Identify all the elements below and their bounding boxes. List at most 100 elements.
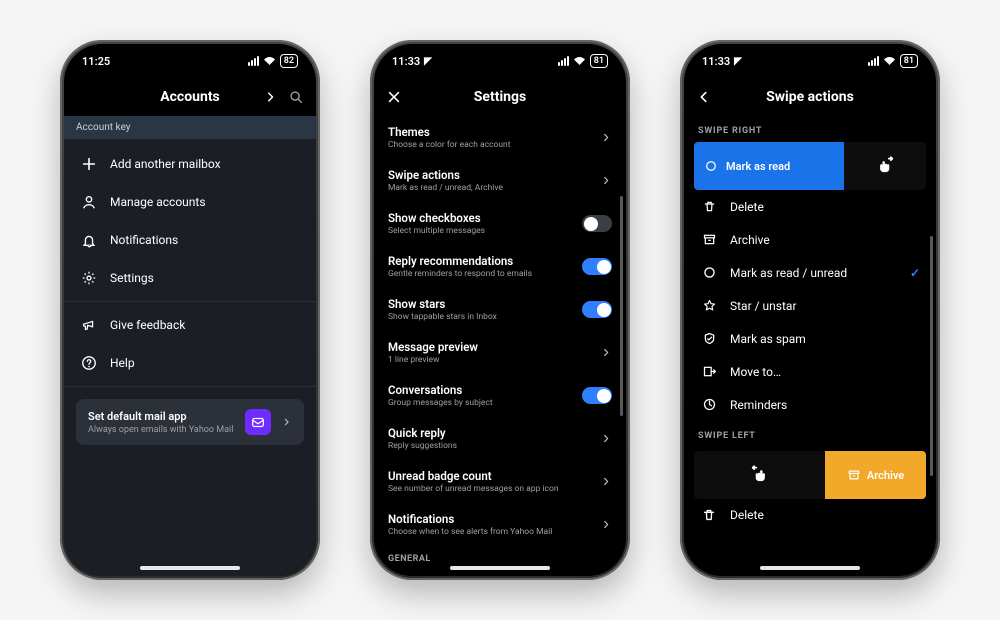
option-label: Move to… bbox=[730, 365, 781, 379]
swipe-right-action-label: Mark as read bbox=[726, 160, 790, 173]
toggle[interactable] bbox=[582, 301, 612, 318]
megaphone-icon bbox=[80, 317, 98, 333]
page-title: Accounts bbox=[160, 89, 220, 105]
chevron-right-icon bbox=[601, 175, 612, 186]
search-icon[interactable] bbox=[288, 89, 304, 105]
option-label: Mark as read / unread bbox=[730, 266, 847, 280]
option-row[interactable]: Star / unstar bbox=[684, 289, 936, 322]
option-row[interactable]: Mark as read / unread ✓ bbox=[684, 256, 936, 289]
toggle[interactable] bbox=[582, 215, 612, 232]
settings-subtitle: Select multiple messages bbox=[388, 226, 485, 236]
settings-title: Conversations bbox=[388, 383, 493, 397]
back-button[interactable] bbox=[684, 78, 724, 116]
status-time: 11:33 bbox=[702, 55, 730, 68]
menu-label: Notifications bbox=[110, 233, 178, 247]
settings-row[interactable]: Reply recommendationsGentle reminders to… bbox=[374, 245, 626, 288]
chevron-right-icon bbox=[601, 476, 612, 487]
chevron-right-icon bbox=[282, 417, 292, 427]
settings-title: Reply recommendations bbox=[388, 254, 532, 268]
settings-row[interactable]: NotificationsChoose when to see alerts f… bbox=[374, 503, 626, 546]
scrollbar[interactable] bbox=[620, 196, 623, 416]
archive-icon bbox=[700, 232, 718, 247]
cellular-icon bbox=[868, 56, 879, 66]
swipe-left-preview: Archive bbox=[694, 451, 926, 499]
settings-subtitle: Mark as read / unread, Archive bbox=[388, 183, 503, 193]
settings-row[interactable]: Message preview1 line preview bbox=[374, 331, 626, 374]
menu-label: Give feedback bbox=[110, 318, 185, 332]
notch bbox=[445, 44, 555, 66]
option-row[interactable]: Delete bbox=[684, 190, 936, 223]
home-indicator[interactable] bbox=[450, 566, 550, 570]
section-general: GENERAL bbox=[374, 546, 626, 566]
cellular-icon bbox=[558, 56, 569, 66]
settings-title: Set default mail app bbox=[388, 575, 568, 576]
menu-item[interactable]: Add another mailbox bbox=[64, 145, 316, 183]
settings-row[interactable]: ConversationsGroup messages by subject bbox=[374, 374, 626, 417]
settings-title: Notifications bbox=[388, 512, 552, 526]
settings-title: Show stars bbox=[388, 297, 497, 311]
account-key-banner[interactable]: Account key bbox=[64, 116, 316, 139]
menu-label: Add another mailbox bbox=[110, 157, 221, 171]
scrollbar[interactable] bbox=[930, 236, 933, 476]
settings-title: Unread badge count bbox=[388, 469, 559, 483]
battery-icon: 81 bbox=[590, 54, 608, 68]
settings-subtitle: Reply suggestions bbox=[388, 441, 457, 451]
option-label: Archive bbox=[730, 233, 770, 247]
cellular-icon bbox=[248, 56, 259, 66]
menu-item[interactable]: Notifications bbox=[64, 221, 316, 259]
settings-title: Themes bbox=[388, 125, 511, 139]
menu-item[interactable]: Settings bbox=[64, 259, 316, 297]
option-label: Mark as spam bbox=[730, 332, 806, 346]
help-icon bbox=[80, 355, 98, 371]
chevron-right-icon bbox=[601, 519, 612, 530]
settings-row[interactable]: Show checkboxesSelect multiple messages bbox=[374, 202, 626, 245]
chevron-right-icon bbox=[601, 347, 612, 358]
hand-left-icon bbox=[749, 464, 771, 486]
trash-icon bbox=[700, 507, 718, 523]
option-row[interactable]: Delete bbox=[684, 499, 936, 531]
archive-icon bbox=[847, 468, 861, 482]
gear-icon bbox=[80, 270, 98, 286]
option-row[interactable]: Archive bbox=[684, 223, 936, 256]
circle-icon bbox=[700, 265, 718, 280]
settings-subtitle: Choose when to see alerts from Yahoo Mai… bbox=[388, 527, 552, 537]
settings-title: Swipe actions bbox=[388, 168, 503, 182]
settings-subtitle: Choose a color for each account bbox=[388, 140, 511, 150]
option-row[interactable]: Reminders bbox=[684, 388, 936, 421]
default-mail-card[interactable]: Set default mail app Always open emails … bbox=[76, 399, 304, 445]
wifi-icon bbox=[573, 56, 586, 66]
chevron-right-icon bbox=[601, 132, 612, 143]
option-label: Reminders bbox=[730, 398, 787, 412]
navbar: Settings bbox=[374, 78, 626, 116]
home-indicator[interactable] bbox=[140, 566, 240, 570]
trash-icon bbox=[700, 199, 718, 214]
option-row[interactable]: Move to… bbox=[684, 355, 936, 388]
phone-accounts: 11:25 82 Accounts Account key Add anothe… bbox=[60, 40, 320, 580]
check-icon: ✓ bbox=[910, 266, 920, 280]
menu-item[interactable]: Help bbox=[64, 344, 316, 382]
option-row[interactable]: Mark as spam bbox=[684, 322, 936, 355]
menu-item[interactable]: Give feedback bbox=[64, 306, 316, 344]
divider bbox=[64, 301, 316, 302]
home-indicator[interactable] bbox=[760, 566, 860, 570]
status-time: 11:33 bbox=[392, 55, 420, 68]
status-time: 11:25 bbox=[82, 55, 110, 68]
circle-icon bbox=[704, 159, 718, 173]
phone-swipe-actions: 11:33◤ 81 Swipe actions SWIPE RIGHT bbox=[680, 40, 940, 580]
notch bbox=[135, 44, 245, 66]
settings-row[interactable]: Show starsShow tappable stars in Inbox bbox=[374, 288, 626, 331]
toggle[interactable] bbox=[582, 258, 612, 275]
page-title: Settings bbox=[474, 89, 526, 105]
toggle[interactable] bbox=[582, 387, 612, 404]
section-swipe-right: SWIPE RIGHT bbox=[684, 116, 936, 142]
settings-row[interactable]: Quick replyReply suggestions bbox=[374, 417, 626, 460]
settings-row[interactable]: ThemesChoose a color for each account bbox=[374, 116, 626, 159]
hand-right-icon bbox=[874, 155, 896, 177]
close-button[interactable] bbox=[374, 78, 414, 116]
settings-row[interactable]: Swipe actionsMark as read / unread, Arch… bbox=[374, 159, 626, 202]
nav-chevron-icon[interactable] bbox=[264, 90, 278, 104]
settings-row[interactable]: Unread badge countSee number of unread m… bbox=[374, 460, 626, 503]
menu-label: Manage accounts bbox=[110, 195, 206, 209]
chevron-right-icon bbox=[601, 433, 612, 444]
menu-item[interactable]: Manage accounts bbox=[64, 183, 316, 221]
